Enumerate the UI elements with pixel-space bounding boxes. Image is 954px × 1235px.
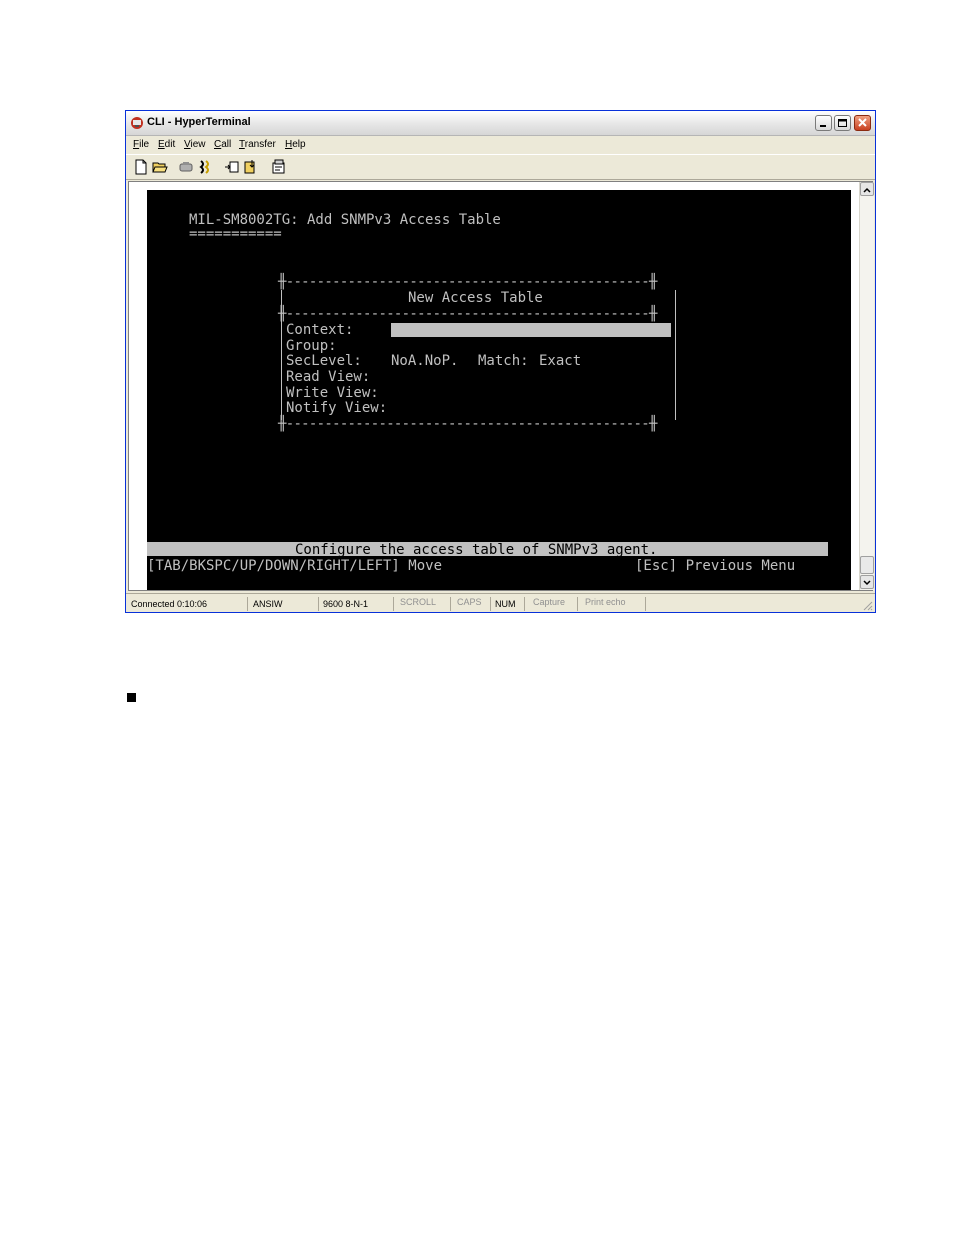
status-num: NUM [495,599,516,609]
properties-icon[interactable] [271,159,287,175]
scroll-down-button[interactable] [860,575,874,589]
close-button[interactable] [854,115,871,131]
chevron-down-icon [863,580,871,586]
notify-view-label: Notify View: [286,400,388,416]
seclevel-value[interactable]: NoA.NoP. [391,353,458,369]
menu-help[interactable]: Help [285,139,306,150]
help-esc: [Esc] Previous Menu [635,558,796,574]
resize-grip-icon[interactable] [861,599,873,611]
menu-bar: File Edit View Call Transfer Help [126,136,875,154]
match-value[interactable]: Exact [539,353,581,369]
match-label: Match: [478,353,529,369]
status-separator [524,597,525,611]
bullet-marker [127,693,136,702]
box-divider: ╫---------------------------------------… [278,306,657,322]
status-separator [450,597,451,611]
call-icon[interactable] [197,159,213,175]
box-top-border: ╫---------------------------------------… [278,274,657,290]
vertical-scrollbar[interactable] [859,182,874,590]
send-icon[interactable] [224,159,240,175]
menu-transfer[interactable]: Transfer [239,139,276,150]
box-bottom-border: ╫---------------------------------------… [278,416,657,432]
status-port: 9600 8-N-1 [323,599,369,609]
status-scroll: SCROLL [400,597,437,607]
status-separator [490,597,491,611]
close-icon [858,118,867,127]
help-keys: [TAB/BKSPC/UP/DOWN/RIGHT/LEFT] Move [147,558,443,574]
open-icon[interactable] [152,159,168,175]
maximize-icon [838,119,847,127]
receive-icon[interactable] [243,159,259,175]
chevron-up-icon [863,187,871,193]
status-message: Configure the access table of SNMPv3 age… [295,542,658,558]
context-input[interactable] [391,323,671,337]
status-print-echo: Print echo [585,597,626,607]
status-bar: Connected 0:10:06 ANSIW 9600 8-N-1 SCROL… [126,593,875,613]
status-separator [577,597,578,611]
minimize-button[interactable] [815,115,832,131]
menu-call[interactable]: Call [214,139,231,150]
read-view-label: Read View: [286,369,371,385]
seclevel-label: SecLevel: [286,353,362,369]
title-bar[interactable]: CLI - HyperTerminal [126,111,875,136]
minimize-icon [820,125,826,127]
menu-edit[interactable]: Edit [158,139,175,150]
hyperterminal-window: CLI - HyperTerminal File Edit View Call … [125,110,876,613]
menu-file[interactable]: File [133,139,149,150]
scroll-thumb[interactable] [860,556,874,574]
window-title: CLI - HyperTerminal [147,116,251,128]
context-label: Context: [286,322,354,338]
box-title: New Access Table [408,290,543,306]
group-label: Group: [286,338,337,354]
menu-view[interactable]: View [184,139,206,150]
box-right-edge [675,290,676,420]
write-view-label: Write View: [286,385,379,401]
terminal-screen[interactable]: MIL-SM8002TG: Add SNMPv3 Access Table ==… [147,190,851,590]
header-underline: =========== [189,226,282,242]
status-separator [645,597,646,611]
new-icon[interactable] [133,159,149,175]
status-connected: Connected 0:10:06 [131,599,208,609]
toolbar [126,154,875,180]
status-capture: Capture [533,597,566,607]
scroll-up-button[interactable] [860,182,874,196]
status-caps: CAPS [457,597,482,607]
disconnect-icon[interactable] [178,159,194,175]
terminal-frame: MIL-SM8002TG: Add SNMPv3 Access Table ==… [128,181,874,591]
status-separator [393,597,394,611]
hyperterminal-app-icon [131,117,143,129]
status-separator [247,597,248,611]
status-separator [318,597,319,611]
maximize-button[interactable] [834,115,851,131]
status-emulation: ANSIW [253,599,283,609]
